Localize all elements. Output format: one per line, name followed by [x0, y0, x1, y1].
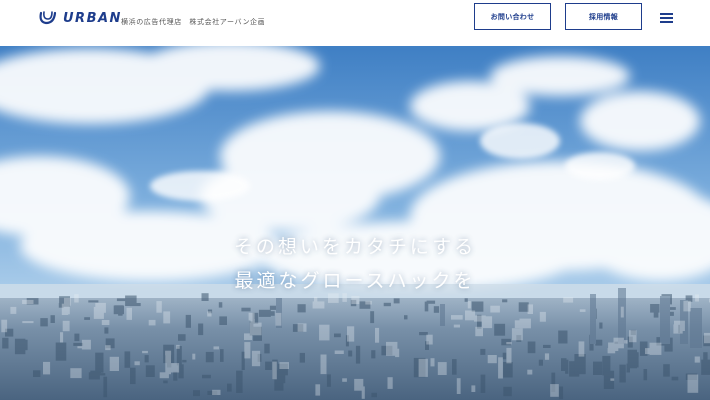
- logo[interactable]: URBAN: [38, 10, 122, 26]
- hamburger-menu-icon[interactable]: [660, 13, 673, 23]
- site-header: URBAN 横浜の広告代理店 株式会社アーバン企画 お問い合わせ 採用情報: [0, 0, 710, 46]
- recruit-button[interactable]: 採用情報: [565, 3, 642, 30]
- hero-section: その想いをカタチにする 最適なグロースハックを: [0, 46, 710, 400]
- company-tagline: 横浜の広告代理店 株式会社アーバン企画: [121, 18, 266, 26]
- hero-headline-line2: 最適なグロースハックを: [234, 270, 476, 292]
- urban-logo-icon: [39, 11, 57, 25]
- logo-text: URBAN: [63, 10, 122, 26]
- hero-headline-line1: その想いをカタチにする: [233, 236, 477, 258]
- contact-button[interactable]: お問い合わせ: [474, 3, 551, 30]
- hero-sky-cityscape-image: [0, 46, 710, 400]
